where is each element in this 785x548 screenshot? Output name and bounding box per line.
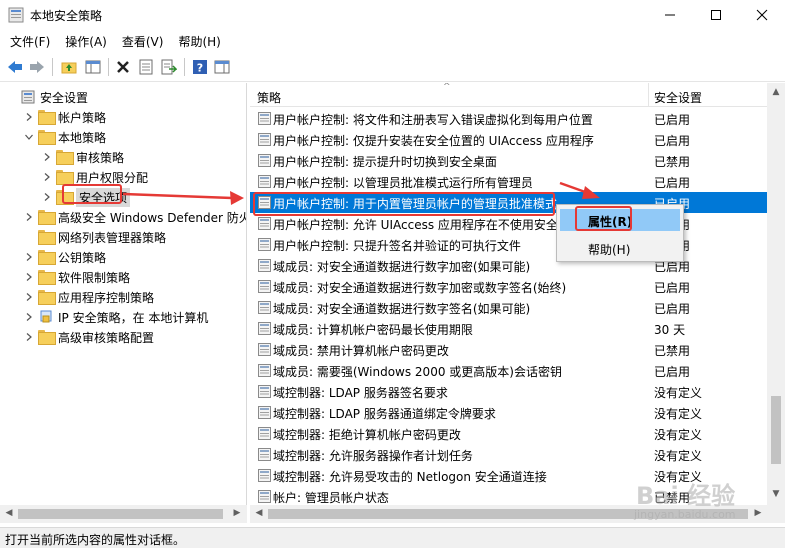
status-bar: 打开当前所选内容的属性对话框。 <box>0 527 785 548</box>
annotation-arrows <box>122 181 600 205</box>
watermark-brand: Bai 经验 <box>636 482 736 510</box>
watermark: Bai 经验 jingyan.baidu.com <box>628 476 778 526</box>
watermark-url: jingyan.baidu.com <box>634 508 736 521</box>
status-text: 打开当前所选内容的属性对话框。 <box>5 533 186 547</box>
